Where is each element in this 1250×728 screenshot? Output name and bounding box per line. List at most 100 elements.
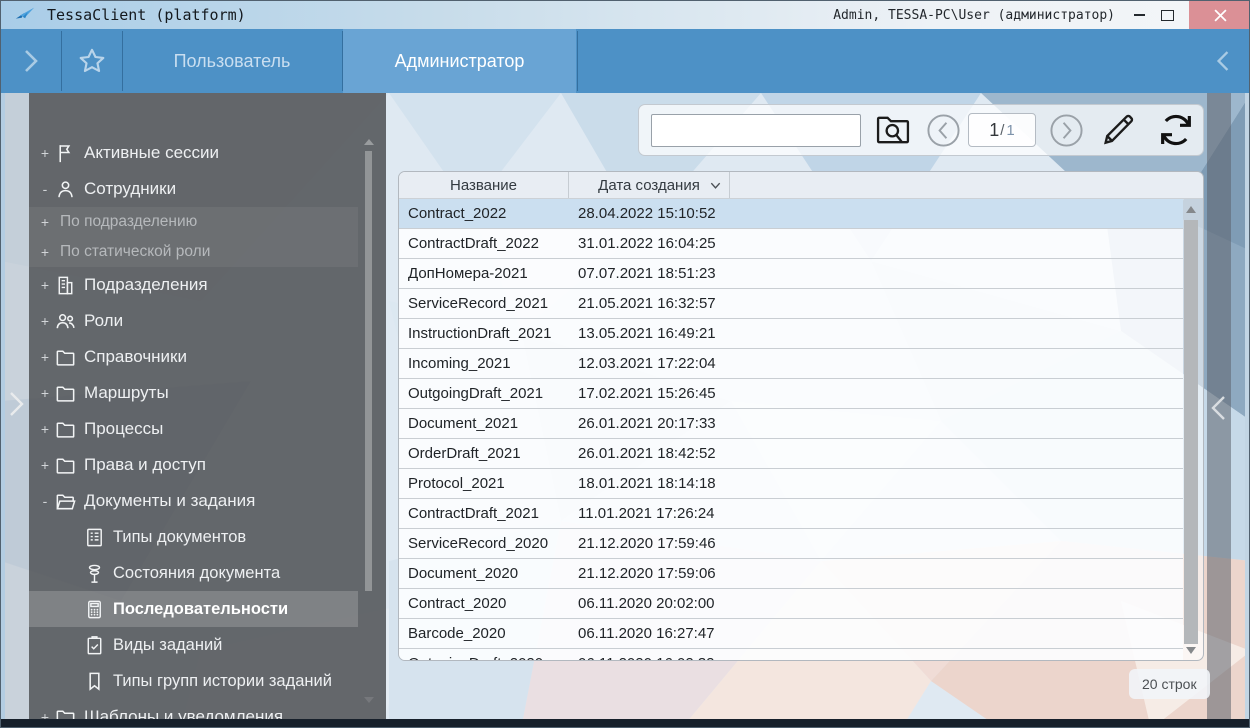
refresh-button[interactable]	[1154, 109, 1198, 151]
tab-user[interactable]: Пользователь	[123, 29, 341, 93]
maximize-button[interactable]	[1153, 1, 1181, 29]
sidebar-item-label: Подразделения	[84, 275, 208, 295]
sidebar-item[interactable]: +По подразделению	[29, 207, 358, 237]
edit-button[interactable]	[1096, 109, 1140, 151]
table-row[interactable]: ContractDraft_202111.01.2021 17:26:24	[399, 499, 1183, 529]
sidebar-item[interactable]: -Документы и задания	[29, 483, 358, 519]
table-row[interactable]: ServiceRecord_202021.12.2020 17:59:46	[399, 529, 1183, 559]
separator	[577, 31, 578, 91]
scroll-up-icon[interactable]	[364, 139, 374, 145]
app-window: TessaClient (platform) Admin, TESSA-PC\U…	[0, 0, 1250, 728]
sidebar-scrollbar[interactable]	[362, 139, 376, 703]
cell-name: Protocol_2021	[399, 475, 568, 492]
cell-created: 06.11.2020 16:02:32	[568, 655, 730, 661]
table-row[interactable]: InstructionDraft_202113.05.2021 16:49:21	[399, 319, 1183, 349]
sidebar-item[interactable]: Виды заданий	[29, 627, 358, 663]
folder-icon	[54, 346, 77, 369]
sidebar-item[interactable]: Последовательности	[29, 591, 358, 627]
expander-icon[interactable]: +	[38, 422, 52, 436]
cell-created: 21.12.2020 17:59:46	[568, 535, 730, 552]
scrollbar-thumb[interactable]	[365, 151, 372, 591]
expander-icon[interactable]: +	[38, 215, 52, 229]
expander-icon[interactable]: +	[38, 245, 52, 259]
expander-icon[interactable]: +	[38, 386, 52, 400]
table-row[interactable]: ДопНомера-202107.07.2021 18:51:23	[399, 259, 1183, 289]
table-row[interactable]: Document_202126.01.2021 20:17:33	[399, 409, 1183, 439]
sidebar-item[interactable]: +Маршруты	[29, 375, 358, 411]
table-row[interactable]: Document_202021.12.2020 17:59:06	[399, 559, 1183, 589]
expander-icon[interactable]: +	[38, 278, 52, 292]
sidebar-item[interactable]: -Сотрудники	[29, 171, 358, 207]
close-button[interactable]	[1189, 1, 1250, 29]
expander-icon[interactable]: +	[38, 458, 52, 472]
sidebar-item[interactable]: +Справочники	[29, 339, 358, 375]
table-row[interactable]: OrderDraft_202126.01.2021 18:42:52	[399, 439, 1183, 469]
cell-name: Contract_2020	[399, 595, 568, 612]
cell-created: 26.01.2021 20:17:33	[568, 415, 730, 432]
expander-icon[interactable]: +	[38, 350, 52, 364]
table-row[interactable]: OutgoingDraft_202117.02.2021 15:26:45	[399, 379, 1183, 409]
page-indicator[interactable]: 1 / 1	[968, 113, 1036, 147]
sidebar-item[interactable]: +Активные сессии	[29, 135, 358, 171]
chevron-left-icon	[1209, 393, 1229, 423]
table-row[interactable]: ServiceRecord_202121.05.2021 16:32:57	[399, 289, 1183, 319]
cell-created: 12.03.2021 17:22:04	[568, 355, 730, 372]
table-row[interactable]: OutgoingDraft_202006.11.2020 16:02:32	[399, 649, 1183, 661]
cell-created: 21.12.2020 17:59:06	[568, 565, 730, 582]
chevron-left-circle-icon	[926, 113, 961, 148]
sidebar-item[interactable]: +По статической роли	[29, 237, 358, 267]
table-row[interactable]: Incoming_202112.03.2021 17:22:04	[399, 349, 1183, 379]
next-page-button[interactable]	[1049, 113, 1084, 148]
panel-collapse-strip[interactable]	[1207, 93, 1231, 719]
cell-name: InstructionDraft_2021	[399, 325, 568, 342]
scroll-down-icon[interactable]	[1186, 647, 1196, 654]
sidebar-item[interactable]: Состояния документа	[29, 555, 358, 591]
favorites-button[interactable]	[62, 29, 122, 93]
sidebar-item-label: Типы документов	[113, 528, 246, 547]
sidebar-item[interactable]: Типы групп истории заданий	[29, 663, 358, 699]
folder-open-icon	[54, 490, 77, 513]
sidebar-item[interactable]: +Роли	[29, 303, 358, 339]
table-row[interactable]: Contract_202006.11.2020 20:02:00	[399, 589, 1183, 619]
expander-icon[interactable]: +	[38, 146, 52, 160]
expander-icon[interactable]: +	[38, 314, 52, 328]
minimize-button[interactable]	[1125, 1, 1153, 29]
expander-icon[interactable]: -	[38, 182, 52, 196]
expander-icon[interactable]: -	[38, 494, 52, 508]
sidebar-nav: +Активные сессии-Сотрудники+По подраздел…	[29, 93, 386, 719]
sidebar-item-label: Процессы	[84, 419, 163, 439]
calculator-icon	[83, 598, 106, 621]
expand-menu-button[interactable]	[1, 29, 61, 93]
cell-created: 18.01.2021 18:14:18	[568, 475, 730, 492]
window-border-bottom	[1, 719, 1250, 728]
prev-page-button[interactable]	[926, 113, 961, 148]
search-in-view-button[interactable]	[873, 110, 913, 150]
expander-icon[interactable]: +	[38, 710, 52, 719]
search-input[interactable]	[651, 114, 861, 147]
chevron-down-icon[interactable]	[709, 179, 722, 192]
cell-created: 31.01.2022 16:04:25	[568, 235, 730, 252]
table-row[interactable]: Protocol_202118.01.2021 18:14:18	[399, 469, 1183, 499]
table-row[interactable]: Barcode_202006.11.2020 16:27:47	[399, 619, 1183, 649]
table-row[interactable]: ContractDraft_202231.01.2022 16:04:25	[399, 229, 1183, 259]
sidebar-item[interactable]: + Процессы	[29, 411, 358, 447]
chevron-right-icon	[6, 389, 26, 419]
sidebar-item[interactable]: + Подразделения	[29, 267, 358, 303]
sidebar: +Активные сессии-Сотрудники+По подраздел…	[29, 93, 386, 719]
table-row[interactable]: Contract_202228.04.2022 15:10:52	[399, 199, 1183, 229]
folder-icon	[54, 382, 77, 405]
sidebar-collapse-strip[interactable]	[5, 93, 29, 719]
table-scrollbar[interactable]	[1181, 200, 1202, 659]
sidebar-item-label: Последовательности	[113, 600, 288, 619]
column-header-name[interactable]: Название	[399, 172, 568, 198]
scroll-up-icon[interactable]	[1186, 206, 1196, 213]
scroll-down-icon[interactable]	[364, 697, 374, 703]
maximize-icon	[1161, 10, 1174, 21]
tab-administrator[interactable]: Администратор	[343, 29, 576, 93]
collapse-tabbar-button[interactable]	[1203, 29, 1243, 93]
sidebar-item[interactable]: Типы документов	[29, 519, 358, 555]
sidebar-item[interactable]: +Права и доступ	[29, 447, 358, 483]
scrollbar-thumb[interactable]	[1184, 220, 1198, 644]
column-header-created[interactable]: Дата создания	[568, 172, 730, 198]
sidebar-item[interactable]: +Шаблоны и уведомления	[29, 699, 358, 719]
